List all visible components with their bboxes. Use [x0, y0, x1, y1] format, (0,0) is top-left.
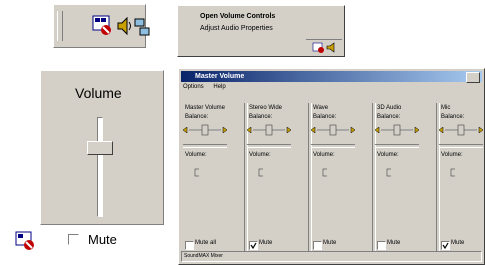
network-icon[interactable]	[134, 17, 152, 37]
divider	[247, 144, 291, 148]
system-tray	[53, 4, 150, 48]
menu-item-adjust-audio-properties[interactable]: Adjust Audio Properties	[200, 25, 273, 32]
balance-slider[interactable]	[183, 123, 227, 137]
mute-checkbox[interactable]	[185, 241, 194, 250]
mute-label[interactable]: Mute	[387, 240, 400, 246]
volume-label: Volume:	[185, 152, 207, 158]
mute-label[interactable]: Mute	[451, 240, 464, 246]
volume-slider[interactable]	[87, 113, 113, 221]
mute-label[interactable]: Mute	[88, 232, 117, 247]
window-titlebar[interactable]: Master Volume	[181, 71, 482, 83]
balance-slider[interactable]	[311, 123, 355, 137]
balance-label: Balance:	[185, 114, 209, 120]
mixer-channel: Master Volume Balance: Volume: Mute all	[183, 103, 241, 251]
volume-slider-thumb[interactable]	[87, 141, 113, 155]
volume-label: Volume:	[249, 152, 271, 158]
balance-label: Balance:	[249, 114, 273, 120]
mute-checkbox[interactable]	[249, 241, 258, 250]
balance-label: Balance:	[313, 114, 337, 120]
menu-bar: Options Help	[183, 84, 234, 90]
volume-popup: Volume	[40, 70, 164, 225]
mixer-channel: Stereo Wide Balance: Volume: Mute	[247, 103, 305, 251]
divider	[439, 144, 483, 148]
balance-label: Balance:	[441, 114, 465, 120]
tray-context-menu: Open Volume Controls Adjust Audio Proper…	[177, 5, 345, 57]
channel-volume-slider[interactable]	[385, 161, 391, 233]
mute-label[interactable]: Mute all	[195, 240, 216, 246]
tray-mixer-icon[interactable]	[15, 230, 37, 252]
status-bar: SoundMAX Mixer	[181, 251, 482, 262]
window-title: Master Volume	[195, 73, 245, 80]
divider	[375, 144, 419, 148]
mute-label[interactable]: Mute	[259, 240, 272, 246]
balance-slider[interactable]	[247, 123, 291, 137]
menu-options[interactable]: Options	[183, 84, 204, 90]
channel-volume-slider[interactable]	[449, 161, 455, 233]
volume-label: Volume:	[377, 152, 399, 158]
volume-title: Volume	[75, 85, 122, 101]
balance-label: Balance:	[377, 114, 401, 120]
menu-help[interactable]: Help	[213, 84, 225, 90]
tray-grip	[57, 11, 63, 41]
balance-slider[interactable]	[439, 123, 483, 137]
mixer-channel: Mic Balance: Volume: Mute	[439, 103, 485, 251]
channel-name: Master Volume	[185, 105, 226, 111]
channel-name: Wave	[313, 105, 329, 111]
channel-name: 3D Audio	[377, 105, 402, 111]
volume-label: Volume:	[441, 152, 463, 158]
balance-slider[interactable]	[375, 123, 419, 137]
close-button[interactable]	[466, 72, 480, 83]
volume-control-icon	[312, 42, 324, 53]
volume-label: Volume:	[313, 152, 335, 158]
mixer-channel: 3D Audio Balance: Volume: Mute	[375, 103, 433, 251]
menu-item-open-volume-controls[interactable]: Open Volume Controls	[200, 13, 275, 20]
tray-mixer-icon[interactable]	[92, 15, 114, 37]
volume-mixer-window: Master Volume Options Help Master Volume…	[178, 68, 485, 265]
channel-volume-slider[interactable]	[321, 161, 327, 233]
speaker-icon	[326, 42, 335, 53]
mute-checkbox[interactable]	[68, 234, 79, 245]
mute-checkbox[interactable]	[441, 241, 450, 250]
channel-name: Stereo Wide	[249, 105, 283, 111]
channel-volume-slider[interactable]	[193, 161, 199, 233]
check-icon	[442, 242, 449, 250]
mini-tray	[306, 39, 342, 54]
divider	[311, 144, 355, 148]
mute-checkbox[interactable]	[313, 241, 322, 250]
speaker-icon[interactable]	[116, 16, 134, 36]
mute-checkbox[interactable]	[377, 241, 386, 250]
channel-volume-slider[interactable]	[257, 161, 263, 233]
mixer-channel: Wave Balance: Volume: Mute	[311, 103, 369, 251]
divider	[183, 144, 227, 148]
check-icon	[250, 242, 257, 250]
mute-label[interactable]: Mute	[323, 240, 336, 246]
channel-name: Mic	[441, 105, 451, 111]
